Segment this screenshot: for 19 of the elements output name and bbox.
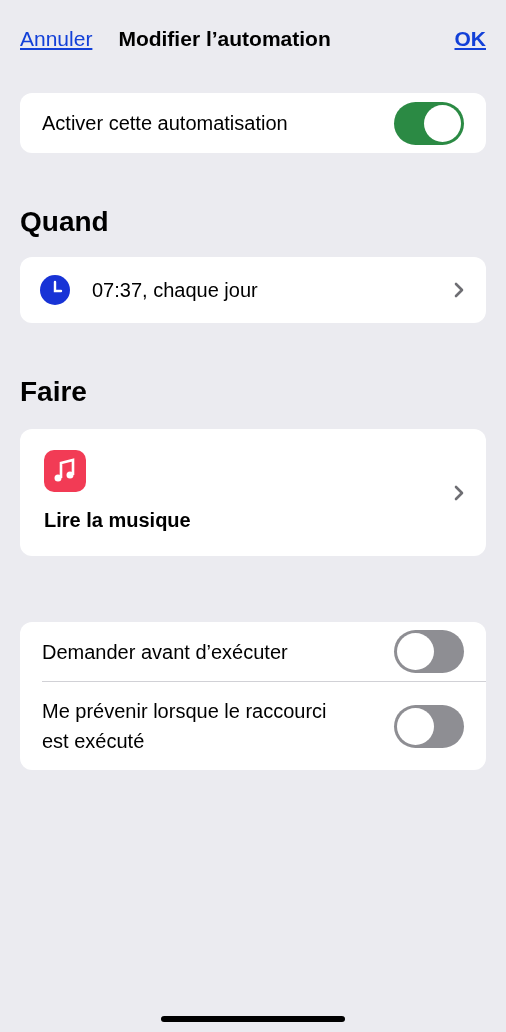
toggle-switch[interactable] bbox=[394, 704, 464, 748]
action-label: Lire la musique bbox=[44, 508, 192, 533]
trigger-label: 07:37, chaque jour bbox=[92, 278, 259, 303]
toggle-switch[interactable] bbox=[394, 101, 464, 145]
clock-icon bbox=[40, 275, 70, 305]
toggle-switch[interactable] bbox=[394, 630, 464, 673]
chevron-icon bbox=[454, 282, 464, 298]
action-card[interactable]: Lire la musique bbox=[20, 429, 486, 556]
chevron-icon bbox=[454, 484, 464, 501]
music-note-icon bbox=[44, 450, 86, 492]
section-heading: Quand bbox=[20, 205, 110, 239]
enable-label: Activer cette automatisation bbox=[42, 111, 288, 136]
trigger-row[interactable]: 07:37, chaque jour bbox=[20, 257, 486, 323]
option-label: Demander avant d’exécuter bbox=[42, 639, 289, 665]
ok-link[interactable]: OK bbox=[454, 23, 486, 55]
cancel-link[interactable]: Annuler bbox=[20, 23, 93, 55]
screen-title: Modifier l’automation bbox=[118, 26, 332, 53]
section-heading: Faire bbox=[20, 375, 88, 409]
option-label: Me prévenir lorsque le raccourci est exécuté bbox=[42, 699, 328, 754]
